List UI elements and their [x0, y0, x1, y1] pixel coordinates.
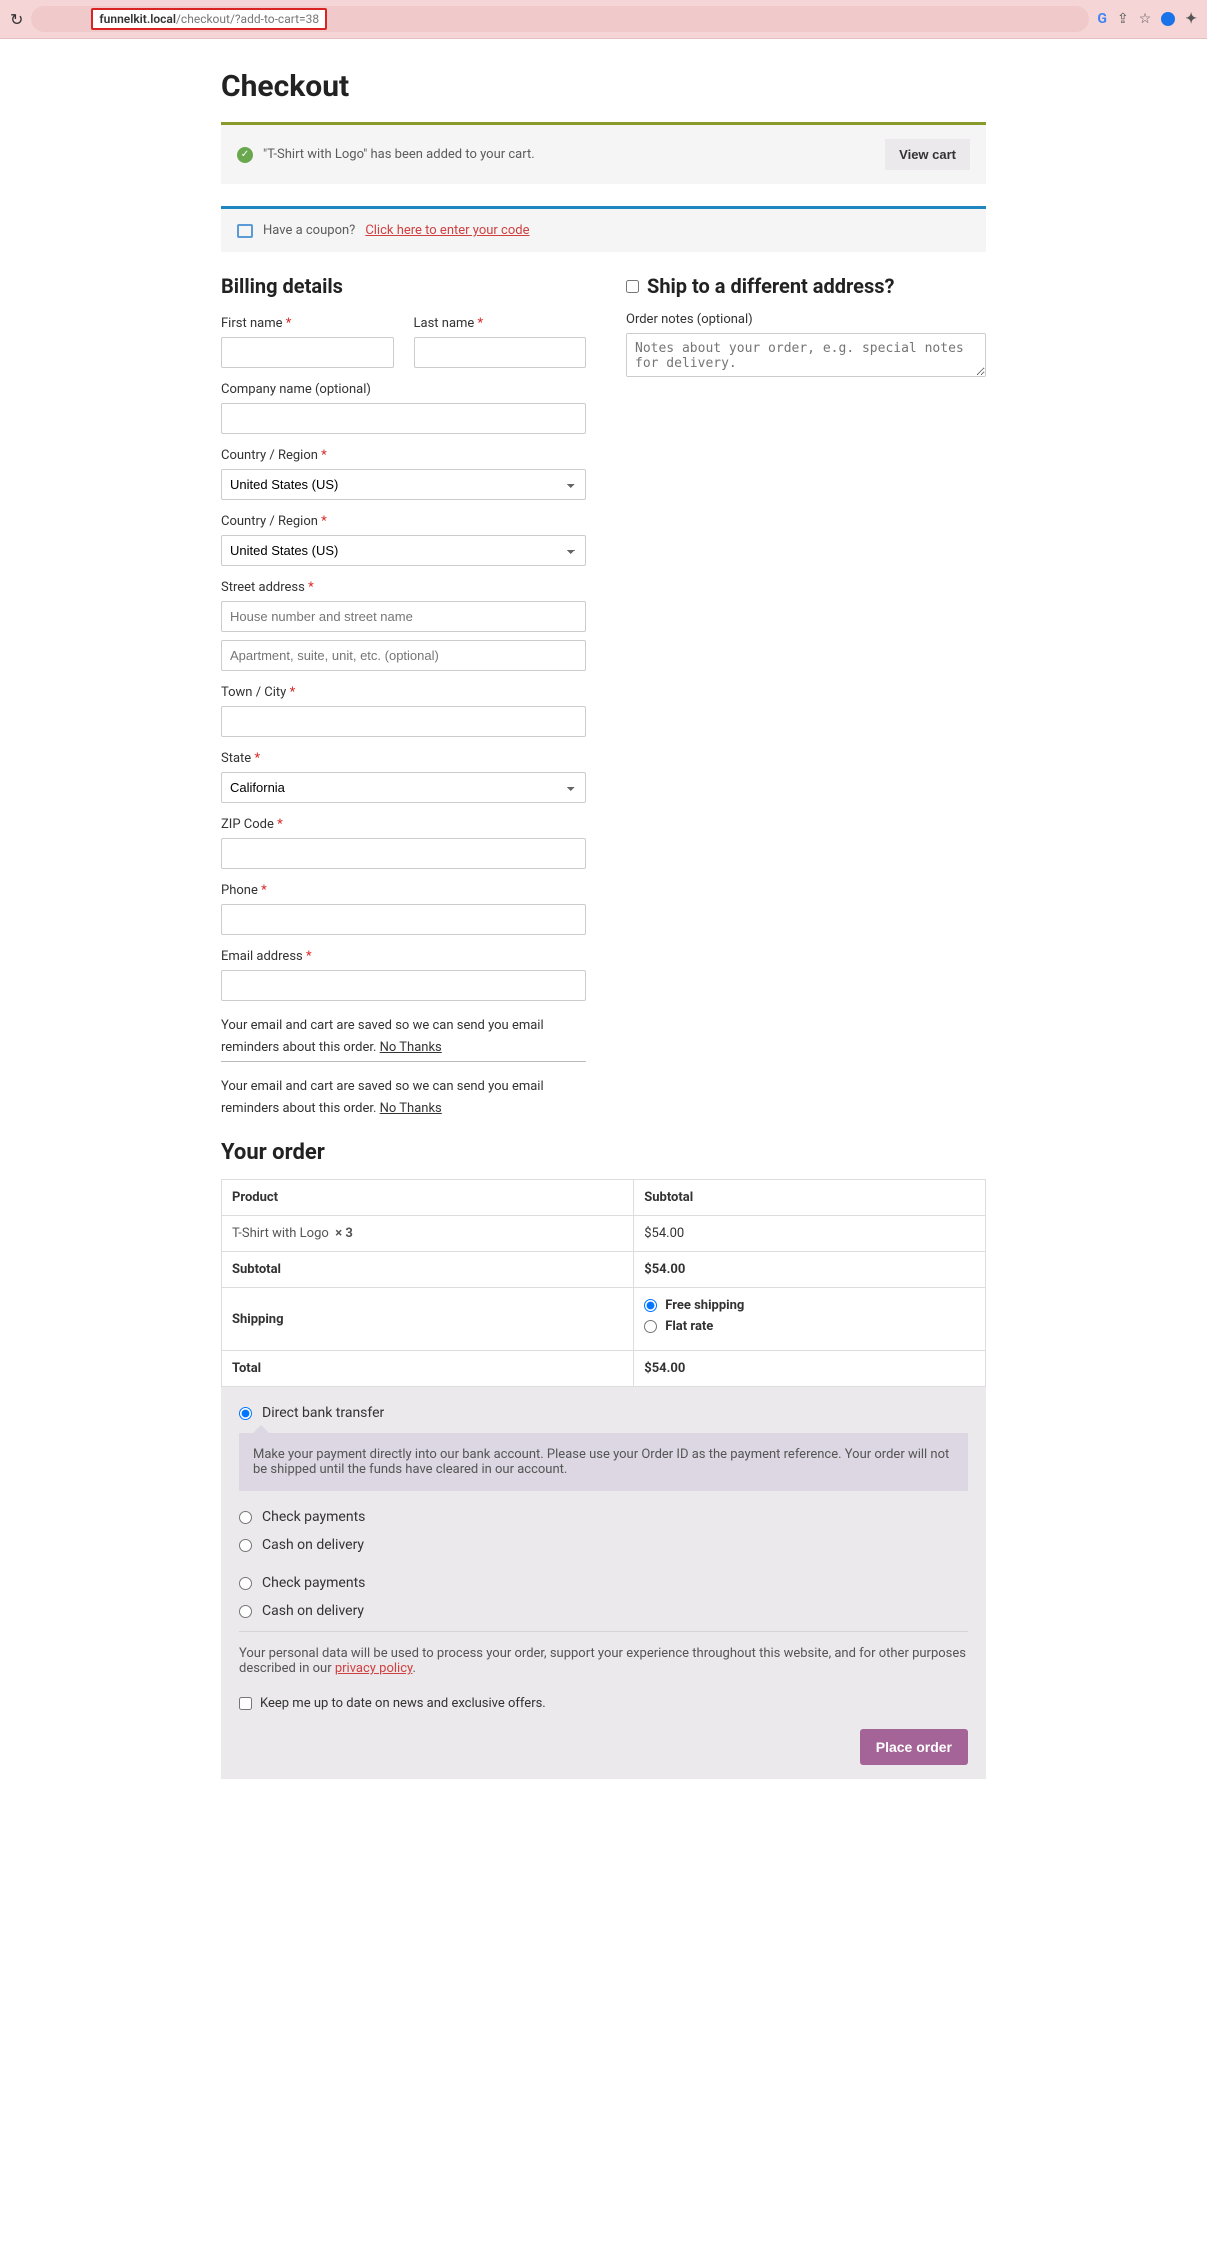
payment-box: Direct bank transfer Make your payment d… — [221, 1387, 986, 1779]
pay-check1-label[interactable]: Check payments — [262, 1509, 365, 1525]
coupon-bar: Have a coupon? Click here to enter your … — [221, 206, 986, 252]
state-select[interactable]: California — [221, 772, 586, 803]
pay-cod1-radio[interactable] — [239, 1539, 252, 1552]
google-icon[interactable]: G — [1097, 11, 1107, 27]
town-label: Town / City * — [221, 685, 586, 700]
share-icon[interactable]: ⇪ — [1117, 11, 1129, 27]
pay-check2-radio[interactable] — [239, 1577, 252, 1590]
order-table: Product Subtotal T-Shirt with Logo × 3 $… — [221, 1179, 986, 1387]
no-thanks-link-1[interactable]: No Thanks — [380, 1040, 442, 1055]
ship-diff-checkbox[interactable] — [626, 280, 639, 293]
coupon-prompt: Have a coupon? — [263, 223, 355, 238]
browser-toolbar: ↻ funnelkit.local/checkout/?add-to-cart=… — [0, 0, 1207, 39]
town-field[interactable] — [221, 706, 586, 737]
notice-text: "T-Shirt with Logo" has been added to yo… — [263, 147, 535, 162]
first-name-label: First name * — [221, 316, 394, 331]
pay-bank-radio[interactable] — [239, 1407, 252, 1420]
last-name-label: Last name * — [414, 316, 587, 331]
url-box: funnelkit.local/checkout/?add-to-cart=38 — [91, 8, 327, 30]
notes-label: Order notes (optional) — [626, 312, 986, 327]
email-note-1: Your email and cart are saved so we can … — [221, 1015, 586, 1062]
pay-bank-desc: Make your payment directly into our bank… — [239, 1433, 968, 1491]
email-note-2: Your email and cart are saved so we can … — [221, 1076, 586, 1120]
puzzle-icon[interactable]: ✦ — [1185, 11, 1197, 27]
table-row: Total $54.00 — [222, 1351, 986, 1387]
company-label: Company name (optional) — [221, 382, 586, 397]
view-cart-button[interactable]: View cart — [885, 139, 970, 170]
last-name-field[interactable] — [414, 337, 587, 368]
url-host: funnelkit.local — [99, 12, 176, 26]
privacy-link[interactable]: privacy policy — [335, 1661, 413, 1676]
col-subtotal: Subtotal — [634, 1180, 986, 1216]
order-notes-field[interactable] — [626, 333, 986, 377]
email-label: Email address * — [221, 949, 586, 964]
check-icon: ✓ — [237, 147, 253, 163]
street1-field[interactable] — [221, 601, 586, 632]
no-thanks-link-2[interactable]: No Thanks — [380, 1101, 442, 1116]
toolbar-icons: G ⇪ ☆ ✦ — [1097, 11, 1197, 27]
col-product: Product — [222, 1180, 634, 1216]
first-name-field[interactable] — [221, 337, 394, 368]
coupon-icon — [237, 224, 253, 238]
place-order-button[interactable]: Place order — [860, 1729, 968, 1765]
company-field[interactable] — [221, 403, 586, 434]
pay-cod1-label[interactable]: Cash on delivery — [262, 1537, 364, 1553]
pay-cod2-label[interactable]: Cash on delivery — [262, 1603, 364, 1619]
billing-heading: Billing details — [221, 274, 586, 298]
street2-field[interactable] — [221, 640, 586, 671]
reload-icon[interactable]: ↻ — [10, 10, 23, 29]
order-heading: Your order — [221, 1140, 986, 1165]
country2-label: Country / Region * — [221, 514, 586, 529]
pay-cod2-radio[interactable] — [239, 1605, 252, 1618]
table-row: T-Shirt with Logo × 3 $54.00 — [222, 1216, 986, 1252]
url-bar[interactable]: funnelkit.local/checkout/?add-to-cart=38 — [31, 6, 1089, 32]
phone-field[interactable] — [221, 904, 586, 935]
table-row: Shipping Free shipping Flat rate — [222, 1288, 986, 1351]
ship-flat-radio[interactable] — [644, 1320, 657, 1333]
privacy-text: Your personal data will be used to proce… — [239, 1631, 968, 1686]
pay-check1-radio[interactable] — [239, 1511, 252, 1524]
zip-label: ZIP Code * — [221, 817, 586, 832]
ship-free-radio[interactable] — [644, 1299, 657, 1312]
street-label: Street address * — [221, 580, 586, 595]
pay-bank-label[interactable]: Direct bank transfer — [262, 1405, 384, 1421]
url-path: /checkout/?add-to-cart=38 — [176, 12, 319, 26]
zip-field[interactable] — [221, 838, 586, 869]
ship-heading: Ship to a different address? — [647, 274, 894, 298]
country-label: Country / Region * — [221, 448, 586, 463]
cart-notice: ✓ "T-Shirt with Logo" has been added to … — [221, 122, 986, 184]
country-select[interactable]: United States (US) — [221, 469, 586, 500]
pay-check2-label[interactable]: Check payments — [262, 1575, 365, 1591]
keepme-label: Keep me up to date on news and exclusive… — [260, 1696, 546, 1711]
ship-free-option[interactable]: Free shipping — [644, 1298, 975, 1313]
phone-label: Phone * — [221, 883, 586, 898]
extension-icon[interactable] — [1161, 12, 1175, 26]
newsletter-checkbox[interactable] — [239, 1697, 252, 1710]
ship-flat-option[interactable]: Flat rate — [644, 1319, 975, 1334]
email-field[interactable] — [221, 970, 586, 1001]
page-title: Checkout — [221, 69, 986, 104]
star-icon[interactable]: ☆ — [1139, 11, 1152, 27]
state-label: State * — [221, 751, 586, 766]
country2-select[interactable]: United States (US) — [221, 535, 586, 566]
table-row: Subtotal $54.00 — [222, 1252, 986, 1288]
coupon-link[interactable]: Click here to enter your code — [365, 223, 529, 238]
